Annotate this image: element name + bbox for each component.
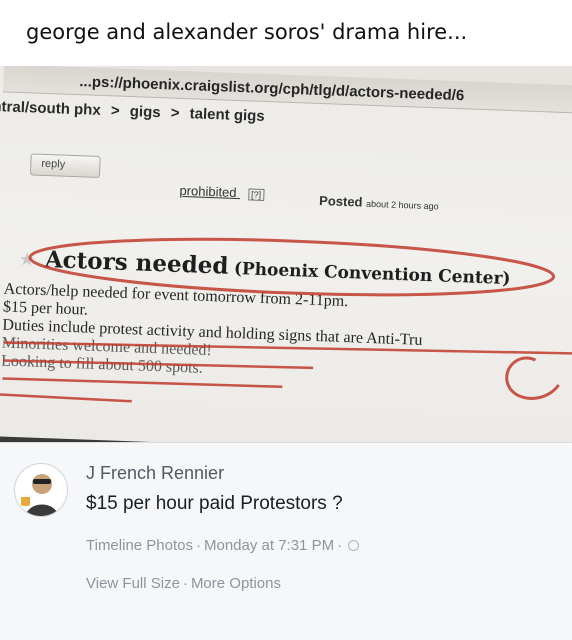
breadcrumb-talent-gigs-link[interactable]: talent gigs	[189, 105, 265, 125]
meta-separator: ·	[196, 537, 201, 554]
breadcrumb-separator: >	[170, 104, 180, 122]
meta-separator: ·	[337, 537, 343, 554]
commenter-name[interactable]: J French Rennier	[86, 463, 224, 484]
breadcrumb-area-link[interactable]: ntral/south phx	[0, 98, 101, 119]
monitor-screen: ...ps://phoenix.craigslist.org/cph/tlg/d…	[0, 66, 572, 442]
reply-button[interactable]: reply	[29, 153, 101, 178]
breadcrumb-gigs-link[interactable]: gigs	[129, 103, 160, 121]
post-title-text: Actors needed	[44, 246, 229, 280]
comment-text: $15 per hour paid Protestors ?	[86, 493, 343, 514]
posted-ago: about 2 hours ago	[365, 198, 439, 212]
comment-meta: Timeline Photos · Monday at 7:31 PM ·	[86, 537, 360, 554]
view-full-size-link[interactable]: View Full Size	[86, 575, 180, 592]
globe-icon[interactable]	[348, 540, 360, 551]
avatar-illustration-icon	[21, 474, 59, 516]
post-body: Actors/help needed for event tomorrow fr…	[1, 281, 572, 393]
timestamp-link[interactable]: Monday at 7:31 PM	[204, 537, 334, 554]
breadcrumb: ntral/south phx > gigs > talent gigs	[0, 98, 271, 125]
facebook-comment: J French Rennier $15 per hour paid Prote…	[0, 442, 572, 640]
prohibited-label[interactable]: prohibited	[179, 183, 237, 200]
help-icon[interactable]: [?]	[247, 188, 265, 201]
album-link[interactable]: Timeline Photos	[86, 537, 193, 554]
more-options-link[interactable]: More Options	[191, 575, 281, 592]
posted-time: Posted about 2 hours ago	[319, 193, 439, 212]
craigslist-screenshot-photo: ...ps://phoenix.craigslist.org/cph/tlg/d…	[0, 66, 572, 442]
post-location: (Phoenix Convention Center)	[233, 258, 511, 290]
post-title: Actors needed (Phoenix Convention Center…	[44, 246, 511, 290]
avatar[interactable]	[14, 463, 68, 517]
favorite-star-icon[interactable]: ★	[18, 249, 36, 271]
links-separator: ·	[182, 575, 188, 592]
photo-actions: View Full Size · More Options	[86, 575, 281, 592]
meme-caption: george and alexander soros' drama hire..…	[0, 0, 572, 66]
posted-label: Posted	[318, 193, 363, 210]
breadcrumb-separator: >	[110, 102, 120, 120]
underline-annotation	[0, 393, 132, 403]
prohibited-flag-link[interactable]: prohibited [?]	[179, 183, 265, 201]
